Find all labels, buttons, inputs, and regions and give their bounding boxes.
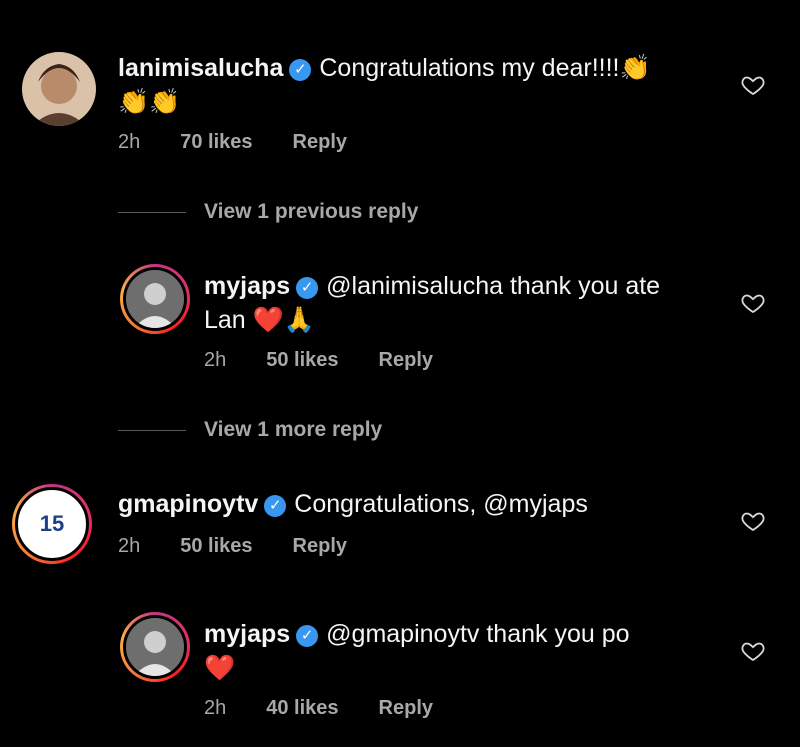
verified-badge-icon: ✓ [296,625,319,647]
comment-meta: 2h 70 likes Reply [118,131,387,154]
divider [118,211,186,213]
heart-icon[interactable] [741,509,765,533]
comment-meta: 2h 50 likes Reply [204,349,473,372]
avatar-photo [123,615,187,679]
verified-badge-icon: ✓ [289,59,312,81]
avatar[interactable] [120,612,190,682]
comment-text-continued: Lan ❤️🙏 [204,306,315,334]
reply-button[interactable]: Reply [293,535,347,557]
avatar[interactable] [120,264,190,334]
timestamp: 2h [118,535,141,557]
username[interactable]: lanimisalucha [118,54,283,82]
likes-count[interactable]: 40 likes [266,697,338,719]
likes-count[interactable]: 50 likes [180,535,252,557]
username[interactable]: myjaps [204,620,290,648]
view-more-label: View 1 more reply [204,418,383,441]
timestamp: 2h [118,131,141,153]
avatar[interactable]: 15 [12,484,92,564]
heart-icon[interactable] [741,291,765,315]
verified-badge-icon: ✓ [264,495,287,517]
comment-text: @lanimisalucha thank you ate [326,272,661,300]
likes-count[interactable]: 50 likes [266,349,338,371]
comment-text: Congratulations, @myjaps [294,490,588,518]
view-more-reply[interactable]: View 1 more reply [118,418,382,442]
reply-button[interactable]: Reply [379,349,433,371]
divider [118,429,186,431]
username[interactable]: myjaps [204,272,290,300]
comment-text: @gmapinoytv thank you po [326,620,630,648]
person-icon [126,270,184,328]
heart-icon[interactable] [741,73,765,97]
gma-logo: 15 [15,487,89,561]
comment-text-continued: ❤️ [204,654,236,682]
person-icon [126,618,184,676]
comment-meta: 2h 50 likes Reply [118,535,387,558]
reply-button[interactable]: Reply [293,131,347,153]
timestamp: 2h [204,697,227,719]
comment-meta: 2h 40 likes Reply [204,697,473,720]
reply-button[interactable]: Reply [379,697,433,719]
verified-badge-icon: ✓ [296,277,319,299]
comment-text: Congratulations my dear!!!!👏 [319,54,651,82]
username[interactable]: gmapinoytv [118,490,258,518]
likes-count[interactable]: 70 likes [180,131,252,153]
avatar[interactable] [22,52,96,126]
person-icon [22,52,96,126]
comment-text-continued: 👏👏 [118,88,181,116]
timestamp: 2h [204,349,227,371]
heart-icon[interactable] [741,639,765,663]
view-previous-reply[interactable]: View 1 previous reply [118,200,418,224]
view-previous-label: View 1 previous reply [204,200,419,223]
avatar-photo [123,267,187,331]
